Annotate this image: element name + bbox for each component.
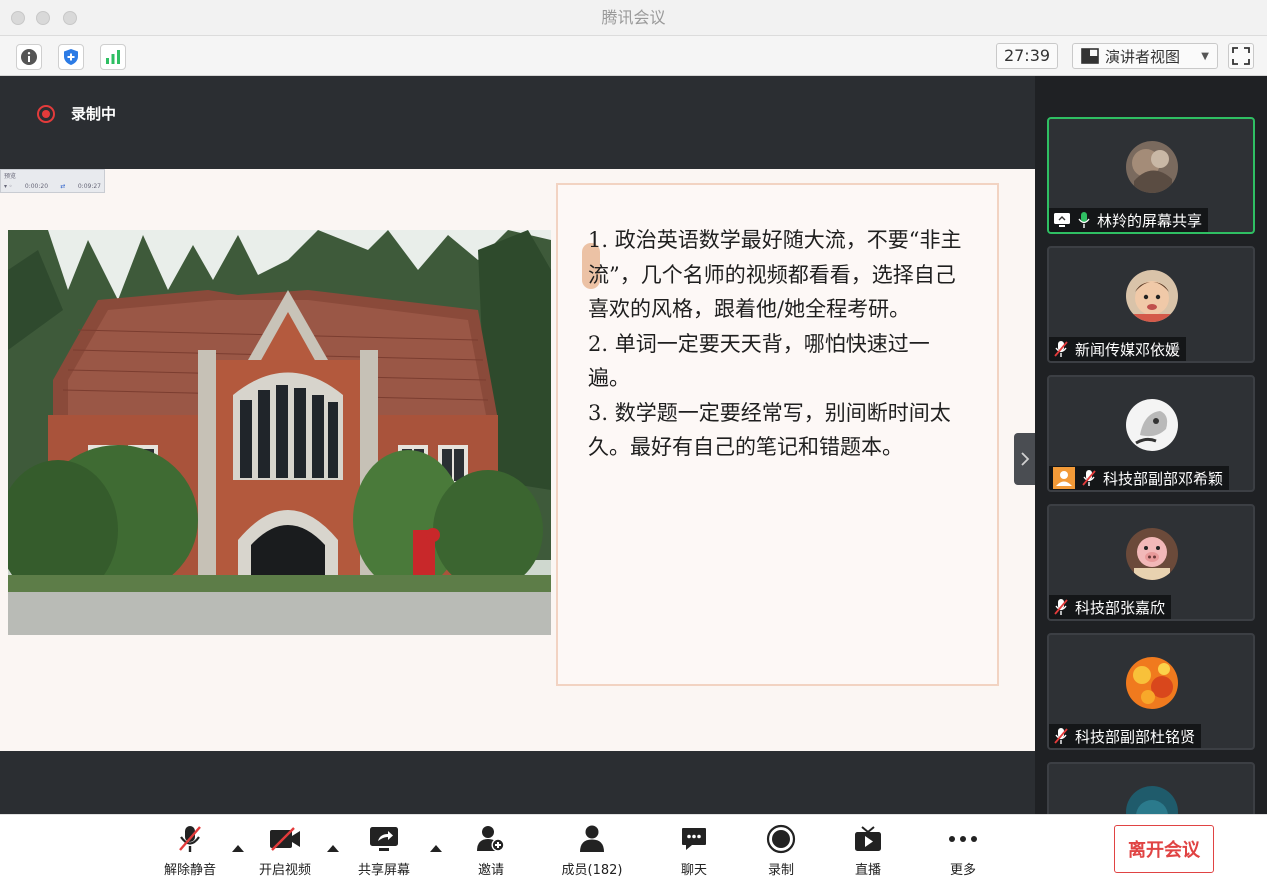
members-button[interactable]: 成员(182)	[552, 823, 632, 879]
fullscreen-button[interactable]	[1228, 43, 1254, 69]
participant-name: 科技部副部邓希颖	[1103, 469, 1224, 488]
loop-icon: ⇄	[60, 183, 66, 190]
view-mode-dropdown[interactable]: 演讲者视图 ▼	[1072, 43, 1218, 69]
play-icon[interactable]: ▾ ◦	[4, 183, 12, 190]
participant-tile[interactable]	[1047, 762, 1255, 814]
add-user-icon	[476, 823, 506, 855]
meeting-info-button[interactable]	[16, 44, 42, 70]
avatar	[1126, 270, 1178, 322]
start-video-label: 开启视频	[258, 863, 311, 878]
participant-name: 科技部张嘉欣	[1075, 598, 1166, 617]
microphone-muted-icon	[1053, 727, 1069, 745]
view-mode-label: 演讲者视图	[1105, 47, 1181, 66]
unmute-button[interactable]: 解除静音	[150, 823, 230, 879]
microphone-muted-icon	[177, 823, 203, 855]
slide-text: 1. 政治英语数学最好随大流，不要“非主流”，几个名师的视频都看看，选择自己喜欢…	[588, 223, 968, 465]
meeting-toolbar: 解除静音 开启视频 共享屏幕 邀请 成员(182) 聊天 录制 直播 更多 离开…	[0, 814, 1267, 883]
host-badge-icon	[1053, 467, 1075, 489]
chat-button[interactable]: 聊天	[654, 823, 734, 879]
slide-line-2: 2. 单词一定要天天背，哪怕快速过一遍。	[588, 331, 930, 391]
participant-name-bar: 新闻传媒邓依媛	[1049, 337, 1187, 361]
invite-label: 邀请	[477, 863, 504, 878]
slide-line-1: 1. 政治英语数学最好随大流，不要“非主流”，几个名师的视频都看看，选择自己喜欢…	[588, 228, 962, 321]
screen-share-icon	[1053, 212, 1071, 228]
collapse-panel-button[interactable]	[1014, 433, 1035, 485]
chat-label: 聊天	[680, 863, 707, 878]
network-status-button[interactable]	[100, 44, 126, 70]
participant-panel: 林羚的屏幕共享 新闻传媒邓依媛 科技部副部邓希颖 科技部张嘉欣 科技部副部杜铭贤	[1035, 76, 1267, 814]
chat-icon	[680, 823, 708, 855]
microphone-muted-icon	[1053, 598, 1069, 616]
share-options-arrow[interactable]	[430, 845, 442, 852]
chevron-down-icon: ▼	[1201, 50, 1209, 62]
avatar	[1126, 786, 1178, 814]
participant-name-bar: 科技部张嘉欣	[1049, 595, 1172, 619]
mini-player[interactable]: 预览 ▾ ◦ 0:00:20 ⇄ 0:09:27	[0, 169, 105, 193]
start-video-button[interactable]: 开启视频	[245, 823, 325, 879]
fullscreen-icon	[1232, 47, 1250, 65]
record-icon	[766, 823, 796, 855]
participant-tile[interactable]: 新闻传媒邓依媛	[1047, 246, 1255, 363]
participant-name-bar: 林羚的屏幕共享	[1049, 208, 1209, 232]
share-screen-button[interactable]: 共享屏幕	[344, 823, 424, 879]
participant-tile[interactable]: 林羚的屏幕共享	[1047, 117, 1255, 234]
title-bar: 腾讯会议	[0, 0, 1267, 36]
avatar	[1126, 528, 1178, 580]
participant-name-bar: 科技部副部杜铭贤	[1049, 724, 1202, 748]
microphone-muted-icon	[1081, 469, 1097, 487]
members-label: 成员(182)	[561, 863, 623, 878]
shared-screen-area: 录制中 预览 ▾ ◦ 0:00:20 ⇄ 0:09:27 1. 政治英语数学最好…	[0, 76, 1035, 814]
layout-icon	[1081, 48, 1099, 64]
recording-label: 录制中	[71, 105, 117, 123]
share-screen-icon	[368, 823, 400, 855]
participant-name: 林羚的屏幕共享	[1097, 211, 1203, 230]
camera-off-icon	[268, 823, 302, 855]
leave-meeting-button[interactable]: 离开会议	[1114, 825, 1214, 873]
security-button[interactable]	[58, 44, 84, 70]
avatar	[1126, 141, 1178, 193]
slide-line-3: 3. 数学题一定要经常写，别间断时间太久。最好有自己的笔记和错题本。	[588, 400, 951, 460]
record-button[interactable]: 录制	[741, 823, 821, 879]
signal-bars-icon	[106, 50, 120, 64]
avatar	[1126, 399, 1178, 451]
share-screen-label: 共享屏幕	[357, 863, 410, 878]
avatar	[1126, 657, 1178, 709]
video-options-arrow[interactable]	[327, 845, 339, 852]
live-stream-button[interactable]: 直播	[828, 823, 908, 879]
mini-player-title: 预览	[4, 173, 17, 180]
more-dots-icon	[948, 823, 978, 855]
record-label: 录制	[767, 863, 794, 878]
live-stream-label: 直播	[854, 863, 881, 878]
participant-name: 新闻传媒邓依媛	[1075, 340, 1181, 359]
info-icon	[21, 49, 37, 65]
participant-tile[interactable]: 科技部副部邓希颖	[1047, 375, 1255, 492]
record-dot-icon	[37, 104, 55, 123]
audio-options-arrow[interactable]	[232, 845, 244, 852]
recording-indicator: 录制中	[37, 103, 116, 124]
participant-tile[interactable]: 科技部张嘉欣	[1047, 504, 1255, 621]
meeting-timer: 27:39	[996, 43, 1058, 69]
microphone-muted-icon	[1053, 340, 1069, 358]
unmute-label: 解除静音	[163, 863, 216, 878]
more-button[interactable]: 更多	[923, 823, 1003, 879]
meeting-info-bar: 27:39 演讲者视图 ▼	[0, 36, 1267, 76]
building-photo	[8, 230, 551, 635]
mini-player-total-time: 0:09:27	[77, 183, 101, 190]
microphone-on-icon	[1077, 211, 1091, 229]
slide-text-box: 1. 政治英语数学最好随大流，不要“非主流”，几个名师的视频都看看，选择自己喜欢…	[556, 183, 999, 686]
participant-name-bar: 科技部副部邓希颖	[1049, 466, 1230, 490]
participant-tile[interactable]: 科技部副部杜铭贤	[1047, 633, 1255, 750]
window-title: 腾讯会议	[601, 8, 666, 27]
mini-player-current-time: 0:00:20	[24, 183, 49, 190]
more-label: 更多	[949, 863, 976, 878]
members-icon	[577, 823, 607, 855]
shield-icon	[64, 49, 78, 65]
invite-button[interactable]: 邀请	[451, 823, 531, 879]
participant-name: 科技部副部杜铭贤	[1075, 727, 1196, 746]
live-tv-icon	[853, 823, 883, 855]
presentation-slide: 预览 ▾ ◦ 0:00:20 ⇄ 0:09:27 1. 政治英语数学最好随大流，…	[0, 169, 1035, 751]
chevron-right-icon	[1020, 452, 1029, 466]
